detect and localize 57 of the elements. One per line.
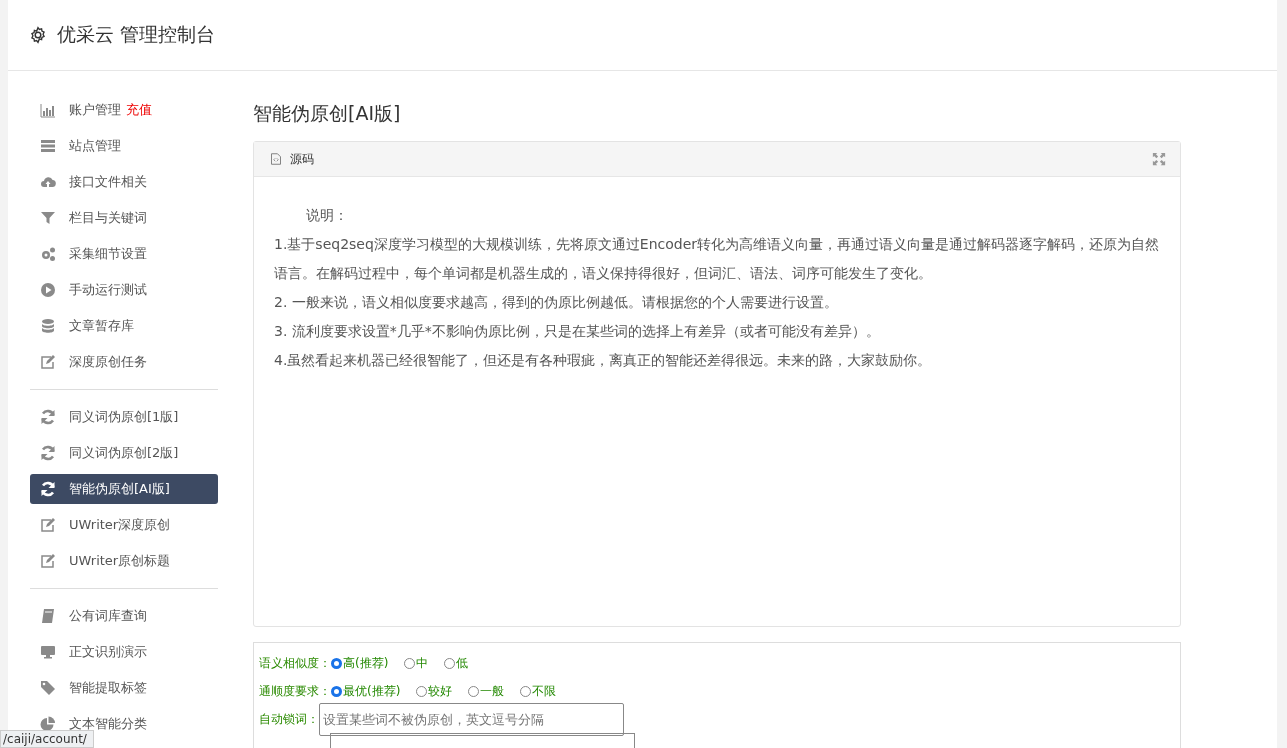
field-label: 自动锁词：	[259, 710, 319, 728]
fullscreen-icon[interactable]	[1152, 152, 1166, 166]
app-title: 优采云 管理控制台	[57, 22, 216, 47]
description-text: 4.虽然看起来机器已经很智能了，但还是有各种瑕疵，离真正的智能还差得很远。未来的路，大家鼓励你。	[274, 351, 933, 370]
sidebar-item[interactable]: 文章暂存库	[30, 311, 218, 341]
sidebar-item[interactable]: 手动运行测试	[30, 275, 218, 305]
radio-option[interactable]: 高(推荐)	[331, 654, 389, 672]
monitor-icon	[40, 644, 56, 660]
sidebar-item[interactable]: 站点管理	[30, 131, 218, 161]
database-icon	[40, 318, 56, 334]
field-label: 语义相似度：	[259, 654, 331, 672]
sidebar-item[interactable]: 深度原创任务	[30, 347, 218, 377]
recharge-link[interactable]: 充值	[126, 101, 152, 119]
sidebar-item[interactable]: 同义词伪原创[1版]	[30, 402, 218, 432]
refresh-icon	[40, 409, 56, 425]
sidebar-item[interactable]: 公有词库查询	[30, 601, 218, 631]
sidebar-item[interactable]: 栏目与关键词	[30, 203, 218, 233]
panel-title: 源码	[290, 150, 314, 168]
sidebar-item[interactable]: 账户管理 充值	[30, 95, 218, 125]
field-label: 通顺度要求：	[259, 682, 331, 700]
sidebar-item[interactable]: 同义词伪原创[2版]	[30, 438, 218, 468]
sidebar-item[interactable]: 智能提取标签	[30, 673, 218, 703]
refresh-icon	[40, 445, 56, 461]
radio-option[interactable]: 低	[444, 654, 469, 672]
sidebar-item[interactable]: 正文识别演示	[30, 637, 218, 667]
code-file-icon	[270, 152, 282, 166]
radio-option[interactable]: 一般	[468, 682, 505, 700]
edit-icon	[40, 354, 56, 370]
sidebar-item[interactable]: 接口文件相关	[30, 167, 218, 197]
sidebar-item[interactable]: UWriter原创标题	[30, 546, 218, 576]
play-circle-icon	[40, 282, 56, 298]
sidebar-item[interactable]: 智能伪原创[AI版]	[30, 474, 218, 504]
tag-icon	[40, 680, 56, 696]
filter-icon	[40, 210, 56, 226]
edit-icon	[40, 553, 56, 569]
cloud-upload-icon	[40, 174, 56, 190]
server-icon	[40, 138, 56, 154]
page-title: 智能伪原创[AI版]	[253, 101, 402, 126]
lock-words-field[interactable]: 设置某些词不被伪原创，英文逗号分隔	[319, 702, 624, 736]
radio-option[interactable]: 最优(推荐)	[331, 682, 401, 700]
sidebar-item[interactable]: UWriter深度原创	[30, 510, 218, 540]
book-icon	[40, 608, 56, 624]
description-text: 3. 流利度要求设置*几乎*不影响伪原比例，只是在某些词的选择上有差异（或者可能没有差异）。	[274, 322, 881, 341]
radio-option[interactable]: 中	[404, 654, 429, 672]
pie-chart-icon	[40, 716, 56, 732]
edit-icon	[40, 517, 56, 533]
refresh-icon	[40, 481, 56, 497]
radio-option[interactable]: 不限	[520, 682, 557, 700]
gears-icon	[40, 246, 56, 262]
bar-chart-icon	[40, 102, 56, 118]
sidebar-item[interactable]: 采集细节设置	[30, 239, 218, 269]
description-text: 1.基于seq2seq深度学习模型的大规模训练，先将原文通过Encoder转化为高维语义向量，再通过语义向量是通过解码器逐字解码，还原为自然语言。在解码过程中，每个单词都是机器生成的，语义保持得很好，但词汇、语法、词序可能发生了变化。	[274, 235, 1161, 283]
status-url: /caiji/account/	[0, 730, 94, 748]
settings-icon	[29, 26, 47, 44]
description-text: 说明：	[305, 206, 349, 225]
description-text: 2. 一般来说，语义相似度要求越高，得到的伪原比例越低。请根据您的个人需要进行设置。	[274, 293, 839, 312]
radio-option[interactable]: 较好	[416, 682, 453, 700]
